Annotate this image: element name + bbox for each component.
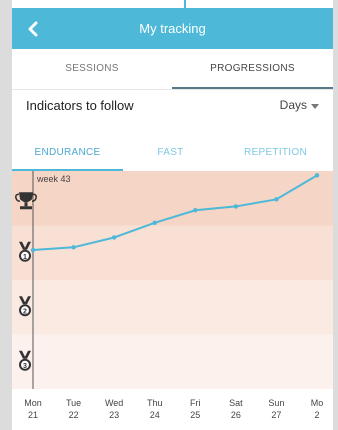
week-annotation: week 43 — [36, 174, 71, 184]
tab-sessions[interactable]: SESSIONS — [12, 49, 172, 89]
x-tick-label: 24 — [150, 410, 160, 420]
level-band — [12, 280, 333, 335]
period-value: Days — [279, 98, 307, 112]
level-band — [12, 225, 333, 280]
data-point — [193, 208, 198, 213]
data-point — [111, 235, 117, 240]
period-dropdown[interactable]: Days — [280, 98, 319, 112]
x-tick-label: Thu — [147, 398, 163, 408]
chart-svg: week 43 123 Mon21Tue22Wed23Thu24Fri25Sat… — [12, 171, 333, 420]
caret-down-icon — [311, 103, 319, 109]
data-point — [233, 204, 239, 209]
indicator-tabs: ENDURANCE FAST REPETITION — [12, 140, 333, 170]
data-point — [314, 173, 320, 178]
indicators-label: Indicators to follow — [26, 98, 134, 113]
x-tick-label: 27 — [271, 410, 281, 420]
svg-text:3: 3 — [23, 363, 27, 370]
progress-chart: week 43 123 Mon 21 Tue 22 Wed 23 Thu 24 Fri 25 Sat… — [12, 171, 333, 430]
data-point — [30, 247, 36, 253]
app-screen: My tracking SESSIONS PROGRESSIONS Indica… — [12, 0, 333, 430]
x-tick-label: Sat — [229, 398, 243, 408]
x-tick-label: Mon — [24, 398, 42, 408]
x-tick-label: Wed — [105, 398, 123, 408]
x-tick-label: Fri — [190, 398, 201, 408]
x-tick-label: 2 — [314, 410, 319, 420]
x-tick-label: 21 — [28, 410, 38, 420]
x-tick-label: Tue — [66, 398, 81, 408]
app-header: My tracking — [12, 8, 333, 49]
x-tick-label: 23 — [109, 410, 119, 420]
status-notch — [184, 0, 186, 8]
x-tick-label: 22 — [69, 410, 79, 420]
indicators-row: Indicators to follow Days — [12, 92, 333, 122]
page-title: My tracking — [139, 21, 206, 36]
data-point — [274, 197, 279, 202]
active-tab-indicator — [172, 87, 333, 89]
data-point — [71, 245, 76, 250]
x-tick-label: 26 — [231, 410, 241, 420]
x-tick-label: Mo — [311, 398, 324, 408]
svg-text:1: 1 — [23, 254, 27, 261]
x-tick-label: 25 — [190, 410, 200, 420]
svg-text:2: 2 — [23, 308, 27, 315]
x-tick-label: Sun — [268, 398, 284, 408]
data-point — [152, 220, 157, 225]
tab-progressions[interactable]: PROGRESSIONS — [172, 49, 333, 89]
main-tabs: SESSIONS PROGRESSIONS — [12, 49, 333, 90]
level-band — [12, 334, 333, 389]
tab-fast[interactable]: FAST — [123, 140, 218, 170]
tab-repetition[interactable]: REPETITION — [218, 140, 333, 170]
tab-endurance[interactable]: ENDURANCE — [12, 140, 123, 170]
